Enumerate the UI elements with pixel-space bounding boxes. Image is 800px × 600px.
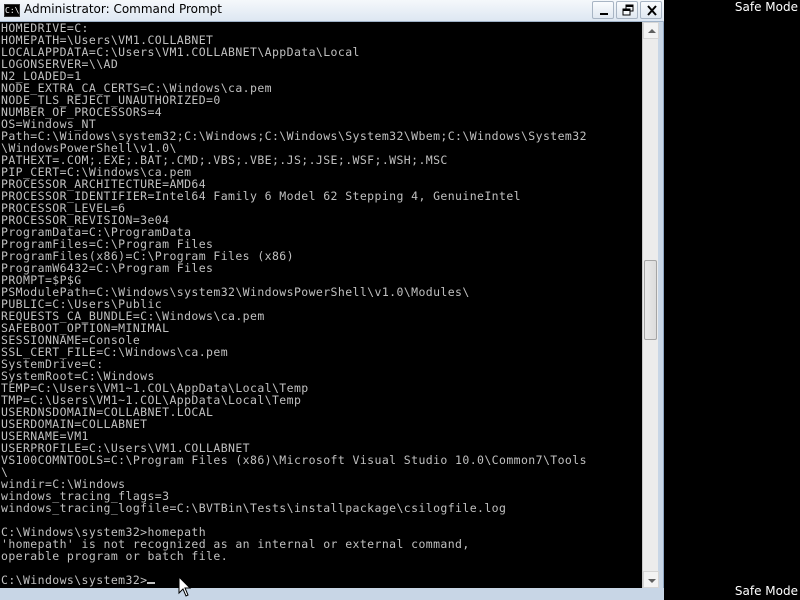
text-cursor [147,582,156,584]
safe-mode-label-top: Safe Mode [734,0,798,14]
command-prompt-window[interactable]: C:\ Administrator: Command Prompt HOMEDR… [0,0,664,600]
arrow-up-icon [648,29,656,33]
console-line: operable program or batch file. [1,549,229,563]
restore-icon [622,4,634,16]
arrow-down-icon [648,579,656,583]
console-text: HOMEDRIVE=C: HOMEPATH=\Users\VM1.COLLABNE… [0,22,642,586]
window-title: Administrator: Command Prompt [24,2,222,16]
minimize-icon [600,13,608,15]
console-line: LOGONSERVER=\\AD [1,57,119,71]
console-line: NUMBER_OF_PROCESSORS=4 [1,105,163,119]
scroll-up-button[interactable] [643,22,659,39]
console-line: VS100COMNTOOLS=C:\Program Files (x86)\Mi… [1,453,587,467]
console-output[interactable]: HOMEDRIVE=C: HOMEPATH=\Users\VM1.COLLABNE… [0,22,642,588]
console-line: windows_tracing_logfile=C:\BVTBin\Tests\… [1,501,507,515]
console-line: C:\Windows\system32> [1,574,642,586]
vertical-scrollbar[interactable] [642,22,659,588]
minimize-button[interactable] [592,1,614,19]
scrollbar-thumb[interactable] [644,260,657,340]
window-bottom-border [0,588,664,600]
console-line: USERDOMAIN=COLLABNET [1,417,148,431]
console-line: ProgramW6432=C:\Program Files [1,261,214,275]
cmd-icon[interactable]: C:\ [4,4,20,17]
title-bar[interactable]: C:\ Administrator: Command Prompt [0,0,664,22]
safe-mode-label-bottom: Safe Mode [734,584,798,598]
close-icon [647,5,657,16]
close-button[interactable] [640,1,662,19]
restore-button[interactable] [616,1,638,19]
mouse-pointer-icon [178,576,192,597]
scroll-down-button[interactable] [643,571,659,588]
